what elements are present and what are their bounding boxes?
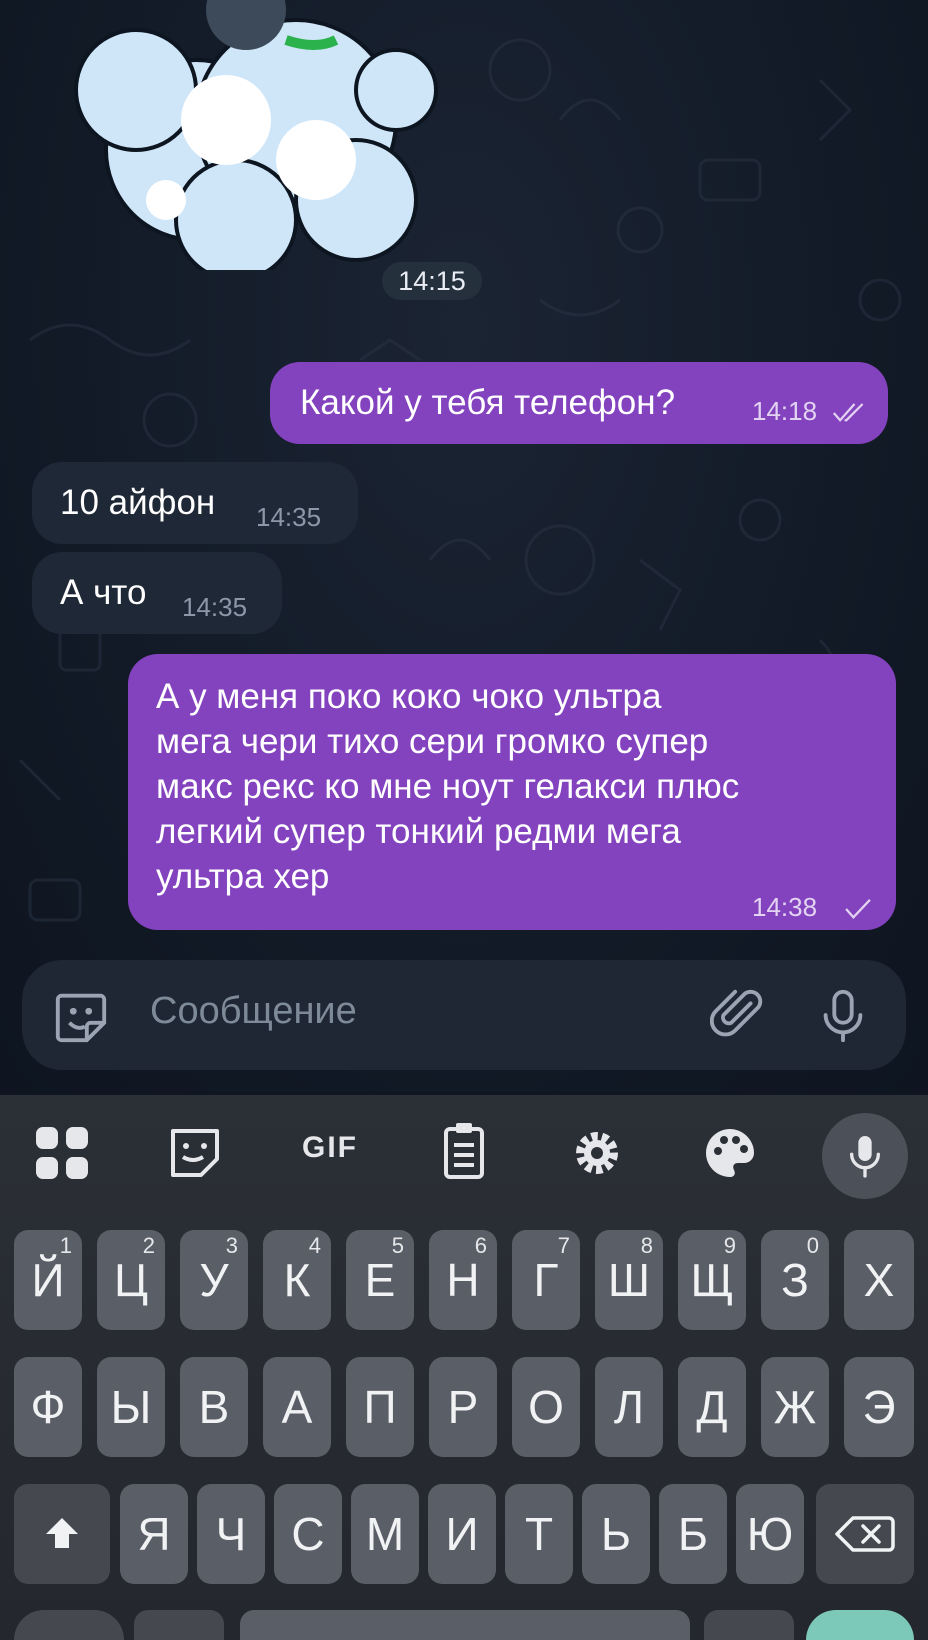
- key-ш[interactable]: Ш8: [595, 1230, 663, 1330]
- backspace-key[interactable]: [816, 1484, 914, 1584]
- key-т[interactable]: Т: [505, 1484, 573, 1584]
- key-number-hint: 7: [557, 1233, 570, 1258]
- message-text: Какой у тебя телефон?: [300, 383, 676, 422]
- keyboard: GIF Й1 Ц2 У3 К4 Е5 Н6 Г7 Ш8 Щ9 З0 Х Ф Ы …: [0, 1095, 928, 1640]
- incoming-message[interactable]: 10 айфон 14:35: [32, 462, 358, 544]
- cloud-sticker: [74, 0, 438, 270]
- clipboard-icon[interactable]: [424, 1113, 504, 1193]
- symbols-key[interactable]: [14, 1610, 124, 1640]
- emoji-key[interactable]: [134, 1610, 224, 1640]
- key-label: Е: [364, 1254, 396, 1306]
- key-э[interactable]: Э: [844, 1357, 914, 1457]
- key-я[interactable]: Я: [120, 1484, 188, 1584]
- key-с[interactable]: С: [274, 1484, 342, 1584]
- message-input[interactable]: Сообщение: [150, 990, 357, 1033]
- key-в[interactable]: В: [180, 1357, 248, 1457]
- apps-grid-icon[interactable]: [22, 1113, 102, 1193]
- key-а[interactable]: А: [263, 1357, 331, 1457]
- key-number-hint: 2: [142, 1233, 155, 1258]
- key-number-hint: 5: [391, 1233, 404, 1258]
- key-label: Щ: [690, 1254, 734, 1306]
- shift-arrow-icon: [46, 1518, 78, 1548]
- outgoing-message[interactable]: Какой у тебя телефон? 14:18: [270, 362, 888, 444]
- message-line: легкий супер тонкий редми мега: [156, 812, 681, 851]
- message-line: макс рекс ко мне ноут гелакси плюс: [156, 767, 740, 806]
- sticker-icon[interactable]: [52, 988, 110, 1046]
- key-number-hint: 1: [59, 1233, 72, 1258]
- key-л[interactable]: Л: [595, 1357, 663, 1457]
- message-line: А у меня поко коко чоко ультра: [156, 677, 662, 716]
- incoming-message[interactable]: А что 14:35: [32, 552, 282, 634]
- key-number-hint: 4: [308, 1233, 321, 1258]
- key-ь[interactable]: Ь: [582, 1484, 650, 1584]
- key-label: Й: [31, 1254, 65, 1306]
- backspace-icon: [835, 1516, 895, 1552]
- key-ф[interactable]: Ф: [14, 1357, 82, 1457]
- message-text: А что: [60, 573, 147, 612]
- outgoing-message[interactable]: А у меня поко коко чоко ультра мега чери…: [128, 654, 896, 930]
- key-number-hint: 3: [225, 1233, 238, 1258]
- key-number-hint: 8: [640, 1233, 653, 1258]
- double-check-icon: [832, 403, 864, 422]
- key-ю[interactable]: Ю: [736, 1484, 804, 1584]
- key-б[interactable]: Б: [659, 1484, 727, 1584]
- sticker-icon[interactable]: [155, 1113, 235, 1193]
- voice-input-button[interactable]: [822, 1113, 908, 1199]
- key-ц[interactable]: Ц2: [97, 1230, 165, 1330]
- key-г[interactable]: Г7: [512, 1230, 580, 1330]
- key-label: Х: [863, 1254, 895, 1306]
- microphone-icon[interactable]: [814, 986, 872, 1044]
- key-з[interactable]: З0: [761, 1230, 829, 1330]
- key-й[interactable]: Й1: [14, 1230, 82, 1330]
- message-time: 14:35: [182, 592, 248, 622]
- key-р[interactable]: Р: [429, 1357, 497, 1457]
- key-label: З: [781, 1254, 809, 1306]
- palette-icon[interactable]: [690, 1113, 770, 1193]
- key-ы[interactable]: Ы: [97, 1357, 165, 1457]
- gif-label: GIF: [302, 1131, 358, 1164]
- key-е[interactable]: Е5: [346, 1230, 414, 1330]
- key-д[interactable]: Д: [678, 1357, 746, 1457]
- message-input-bar: Сообщение: [22, 960, 906, 1070]
- message-line: мега чери тихо сери громко супер: [156, 722, 709, 761]
- message-time: 14:35: [256, 502, 322, 532]
- key-label: Г: [533, 1254, 559, 1306]
- settings-gear-icon[interactable]: [557, 1113, 637, 1193]
- message-text: 10 айфон: [60, 483, 216, 522]
- message-text: А у меня поко коко чоко ультра мега чери…: [156, 674, 739, 899]
- chat-background: 14:15 Какой у тебя телефон? 14:18 10 айф…: [0, 0, 928, 1092]
- message-line: ультра хер: [156, 857, 330, 896]
- gif-button[interactable]: GIF: [290, 1131, 370, 1175]
- shift-key[interactable]: [14, 1484, 110, 1584]
- key-label: У: [199, 1254, 229, 1306]
- key-и[interactable]: И: [428, 1484, 496, 1584]
- key-ч[interactable]: Ч: [197, 1484, 265, 1584]
- message-time: 14:18: [752, 396, 818, 426]
- key-number-hint: 6: [474, 1233, 487, 1258]
- key-н[interactable]: Н6: [429, 1230, 497, 1330]
- key-у[interactable]: У3: [180, 1230, 248, 1330]
- key-label: К: [283, 1254, 311, 1306]
- key-о[interactable]: О: [512, 1357, 580, 1457]
- key-label: Ш: [607, 1254, 651, 1306]
- key-number-hint: 0: [806, 1233, 819, 1258]
- sticker-timestamp: 14:15: [382, 262, 482, 300]
- period-key[interactable]: [704, 1610, 794, 1640]
- microphone-icon: [850, 1136, 880, 1178]
- enter-key[interactable]: [806, 1610, 914, 1640]
- key-п[interactable]: П: [346, 1357, 414, 1457]
- space-key[interactable]: [240, 1610, 690, 1640]
- check-icon: [845, 899, 871, 919]
- message-time: 14:38: [752, 892, 818, 922]
- key-м[interactable]: М: [351, 1484, 419, 1584]
- key-к[interactable]: К4: [263, 1230, 331, 1330]
- key-х[interactable]: Х: [844, 1230, 914, 1330]
- key-number-hint: 9: [723, 1233, 736, 1258]
- paperclip-icon[interactable]: [710, 986, 768, 1044]
- key-label: Н: [446, 1254, 480, 1306]
- key-label: Ц: [113, 1254, 149, 1306]
- key-ж[interactable]: Ж: [761, 1357, 829, 1457]
- key-щ[interactable]: Щ9: [678, 1230, 746, 1330]
